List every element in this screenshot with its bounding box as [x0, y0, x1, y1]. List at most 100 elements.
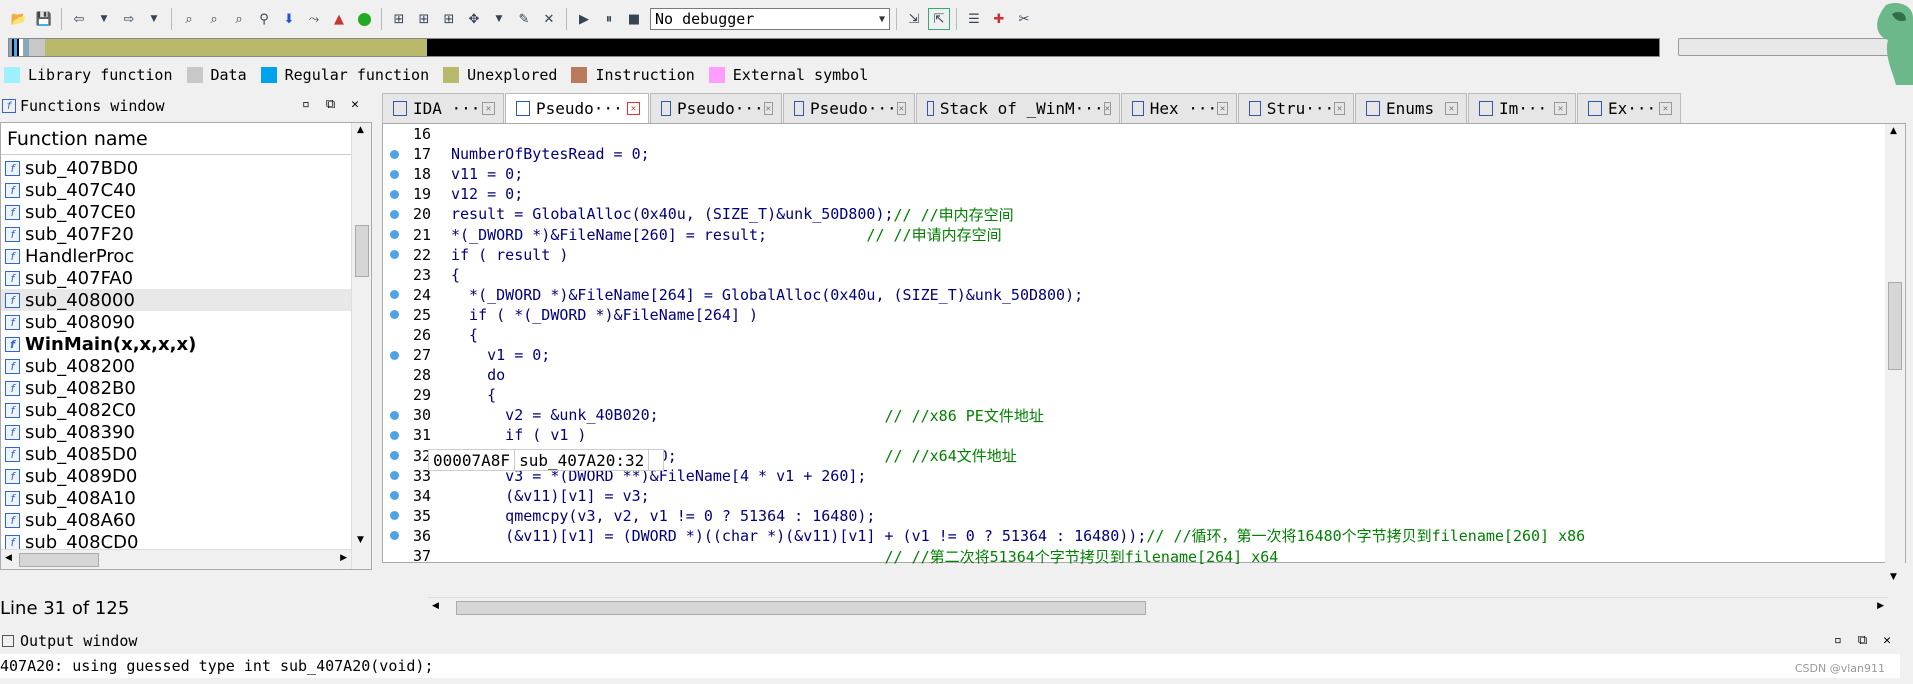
tab[interactable]: Ex··· ✕ [1577, 93, 1681, 123]
edit-icon[interactable]: ✎ [513, 8, 535, 30]
function-name-column-header[interactable]: Function name [1, 123, 371, 155]
close-icon[interactable]: ✕ [351, 97, 359, 112]
pseudocode-view[interactable]: 16 17 NumberOfBytesRead = 0; 18 v11 = 0; 19 v1… [382, 123, 1906, 584]
play-icon[interactable]: ▶ [573, 8, 595, 30]
tab[interactable]: Im··· ✕ [1468, 93, 1576, 123]
breakpoint-gutter[interactable] [383, 491, 405, 501]
function-row[interactable]: f HandlerProc [1, 245, 351, 267]
tab[interactable]: IDA ··· ✕ [382, 93, 504, 123]
scroll-left-icon[interactable]: ◀ [5, 553, 12, 563]
functions-horizontal-scrollbar[interactable]: ◀ ▶ [1, 549, 351, 569]
pseudocode-horizontal-scrollbar[interactable]: ◀ ▶ [428, 597, 1888, 617]
search-next-icon[interactable]: ⤳ [303, 8, 325, 30]
code-line[interactable]: 35 qmemcpy(v3, v2, v1 != 0 ? 51364 : 164… [383, 506, 1883, 526]
breakpoint-gutter[interactable] [383, 531, 405, 541]
code-line[interactable]: 36 (&v11)[v1] = (DWORD *)((char *)(&v11)… [383, 526, 1883, 546]
output-window-content[interactable]: 407A20: using guessed type int sub_407A2… [0, 654, 1900, 678]
code-line[interactable]: 28 do [383, 365, 1883, 385]
tab-close-icon[interactable]: ✕ [763, 102, 773, 115]
tab[interactable]: Stack of _WinM··· ✕ [916, 93, 1120, 123]
close-x-icon[interactable]: ✕ [538, 8, 560, 30]
code-line[interactable]: 19 v12 = 0; [383, 184, 1883, 204]
code-line[interactable]: 17 NumberOfBytesRead = 0; [383, 144, 1883, 164]
breakpoint-gutter[interactable] [383, 189, 405, 199]
code-line[interactable]: 23 { [383, 265, 1883, 285]
breakpoint-gutter[interactable] [383, 430, 405, 440]
code-line[interactable]: 30 v2 = &unk_40B020; // //x86 PE文件地址 [383, 405, 1883, 425]
function-row[interactable]: f WinMain(x,x,x,x) [1, 333, 351, 355]
breakpoint-gutter[interactable] [383, 169, 405, 179]
tab-close-icon[interactable]: ✕ [1445, 102, 1458, 115]
patch-dropdown-icon[interactable]: ▼ [488, 8, 510, 30]
back-icon[interactable]: ⇦ [68, 8, 90, 30]
function-row[interactable]: f sub_407C40 [1, 179, 351, 201]
tab[interactable]: Hex ··· ✕ [1121, 93, 1237, 123]
jump-down-icon[interactable]: ⬇ [278, 8, 300, 30]
function-row[interactable]: f sub_408A10 [1, 487, 351, 509]
tab-close-icon[interactable]: ✕ [1334, 102, 1345, 115]
tab[interactable]: Enums ✕ [1355, 93, 1467, 123]
tab-close-icon[interactable]: ✕ [1217, 102, 1228, 115]
code-line[interactable]: 22 if ( result ) [383, 245, 1883, 265]
functions-horizontal-scroll-thumb[interactable] [19, 553, 99, 567]
stop-icon[interactable]: ■ [623, 8, 645, 30]
breakpoint-gutter[interactable] [383, 451, 405, 461]
code-line[interactable]: 18 v11 = 0; [383, 164, 1883, 184]
function-row[interactable]: f sub_408000 [1, 289, 351, 311]
code-line[interactable]: 37 // //第二次将51364个字节拷贝到filename[264] x64 [383, 546, 1883, 566]
navigation-band[interactable] [8, 38, 1660, 57]
function-row[interactable]: f sub_408090 [1, 311, 351, 333]
float-icon[interactable]: ⧉ [326, 97, 335, 112]
scroll-left-icon[interactable]: ◀ [432, 601, 439, 611]
breakpoint-gutter[interactable] [383, 209, 405, 219]
code-line[interactable]: 29 { [383, 385, 1883, 405]
scroll-up-icon[interactable]: ▲ [1890, 126, 1897, 136]
segment-icon[interactable]: ⊞ [388, 8, 410, 30]
close-icon[interactable]: ✕ [1883, 633, 1891, 648]
code-line[interactable]: 21 *(_DWORD *)&FileName[260] = result; //… [383, 224, 1883, 244]
float-icon[interactable]: ⧉ [1858, 633, 1867, 648]
function-row[interactable]: f sub_4085D0 [1, 443, 351, 465]
breakpoint-gutter[interactable] [383, 511, 405, 521]
function-row[interactable]: f sub_407BD0 [1, 157, 351, 179]
graph-icon[interactable]: ▲ [328, 8, 350, 30]
tab[interactable]: Pseudo··· ✕ [650, 93, 782, 123]
back-dropdown-icon[interactable]: ▼ [93, 8, 115, 30]
function-row[interactable]: f sub_408390 [1, 421, 351, 443]
breakpoint-gutter[interactable] [383, 471, 405, 481]
tab[interactable]: Pseudo··· ✕ [505, 93, 649, 123]
functions-vertical-scroll-thumb[interactable] [355, 225, 369, 277]
function-row[interactable]: f sub_408A60 [1, 509, 351, 531]
pseudocode-vertical-scroll-thumb[interactable] [1888, 282, 1902, 370]
tab[interactable]: Stru··· ✕ [1238, 93, 1354, 123]
pseudocode-vertical-scrollbar[interactable]: ▲ ▼ [1885, 124, 1905, 584]
save-icon[interactable]: 💾 [33, 8, 55, 30]
code-line[interactable]: 27 v1 = 0; [383, 345, 1883, 365]
scroll-right-icon[interactable]: ▶ [340, 553, 347, 563]
patch-icon[interactable]: ✥ [463, 8, 485, 30]
forward-icon[interactable]: ⇨ [118, 8, 140, 30]
add-breakpoint-icon[interactable]: ✚ [988, 8, 1010, 30]
function-row[interactable]: f sub_408CD0 [1, 531, 351, 549]
code-line[interactable]: 20 result = GlobalAlloc(0x40u, (SIZE_T)&u… [383, 204, 1883, 224]
immediate-search-icon[interactable]: ⌕ [228, 8, 250, 30]
breakpoint-gutter[interactable] [383, 250, 405, 260]
function-row[interactable]: f sub_408200 [1, 355, 351, 377]
function-row[interactable]: f sub_4082B0 [1, 377, 351, 399]
step-over-icon[interactable]: ⇱ [928, 8, 950, 30]
step-icon[interactable]: ⇲ [903, 8, 925, 30]
scroll-up-icon[interactable]: ▲ [357, 125, 364, 135]
forward-dropdown-icon[interactable]: ▼ [143, 8, 165, 30]
tab[interactable]: Pseudo··· ✕ [783, 93, 915, 123]
enum-icon[interactable]: ⊞ [438, 8, 460, 30]
tab-close-icon[interactable]: ✕ [1659, 102, 1672, 115]
scroll-right-icon[interactable]: ▶ [1877, 601, 1884, 611]
function-row[interactable]: f sub_407F20 [1, 223, 351, 245]
function-row[interactable]: f sub_4089D0 [1, 465, 351, 487]
code-line[interactable]: 25 if ( *(_DWORD *)&FileName[264] ) [383, 305, 1883, 325]
scroll-down-icon[interactable]: ▼ [357, 535, 364, 545]
tab-close-icon[interactable]: ✕ [896, 102, 906, 115]
breakpoint-gutter[interactable] [383, 350, 405, 360]
tab-close-icon[interactable]: ✕ [627, 102, 640, 115]
breakpoint-list-icon[interactable]: ☰ [963, 8, 985, 30]
